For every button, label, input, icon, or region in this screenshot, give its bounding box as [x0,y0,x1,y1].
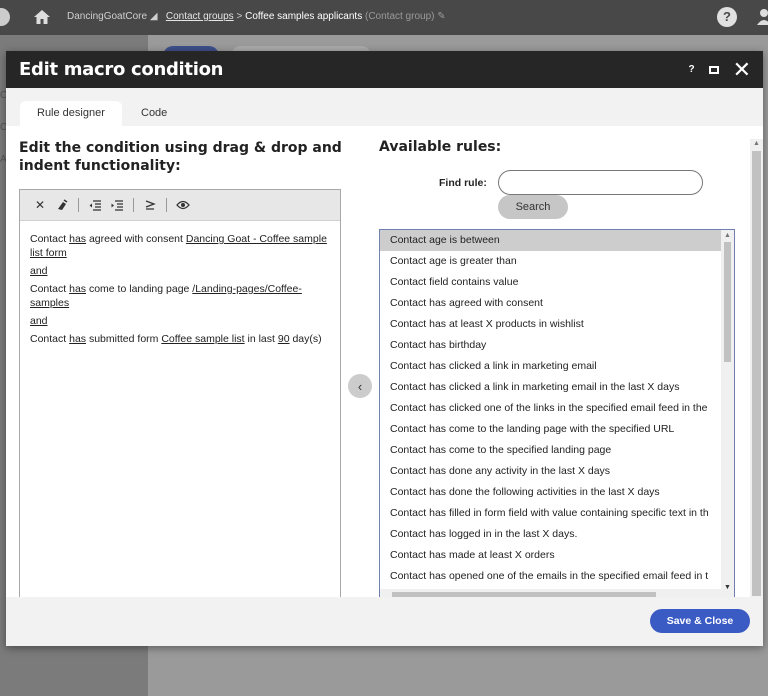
dialog-vertical-scrollbar[interactable]: ▲ ▼ [750,139,763,611]
rule-item[interactable]: Contact has come to the landing page wit… [380,419,722,440]
find-rule-input[interactable] [498,170,703,195]
days-link[interactable]: 90 [278,333,290,345]
edit-macro-dialog: Edit macro condition ? ✕ Rule designer C… [6,51,763,646]
tab-rule-designer[interactable]: Rule designer [20,101,122,126]
dialog-body: Edit the condition using drag & drop and… [6,126,763,599]
condition-editor: ✕ Contact has agreed with consent Dancin… [19,189,341,599]
clear-icon[interactable] [52,195,72,215]
rule-item[interactable]: Contact has opened one of the emails in … [380,566,722,587]
condition-clause[interactable]: Contact has submitted form Coffee sample… [30,332,330,346]
rules-list[interactable]: Contact age is between Contact age is gre… [379,229,735,598]
outdent-icon[interactable] [85,195,105,215]
app-logo-icon[interactable] [0,8,10,26]
rule-item[interactable]: Contact has clicked one of the links in … [380,398,722,419]
dialog-help-button[interactable]: ? [688,64,694,75]
home-icon[interactable] [33,8,51,26]
app-header: DancingGoatCore ◢ Contact groups > Coffe… [0,0,768,35]
condition-text: Contact has agreed with consent Dancing … [20,221,340,346]
scrollbar-thumb[interactable] [724,242,731,362]
dialog-footer: Save & Close [6,597,763,646]
save-and-close-button[interactable]: Save & Close [650,609,750,633]
condition-clause[interactable]: Contact has agreed with consent Dancing … [30,232,330,260]
tab-bar: Rule designer Code [6,88,763,126]
delete-icon[interactable]: ✕ [30,195,50,215]
rule-item[interactable]: Contact has made at least X orders [380,545,722,566]
rule-item[interactable]: Contact has at least X products in wishl… [380,314,722,335]
rule-item[interactable]: Contact has agreed with consent [380,293,722,314]
toolbar-divider [166,198,167,212]
breadcrumb: DancingGoatCore ◢ Contact groups > Coffe… [67,11,446,22]
logical-operator-link[interactable]: and [30,265,48,277]
rule-item[interactable]: Contact field contains value [380,272,722,293]
logical-operator-link[interactable]: and [30,315,48,327]
negate-icon[interactable] [140,195,160,215]
toolbar-divider [133,198,134,212]
rule-item[interactable]: Contact has birthday [380,335,722,356]
help-icon[interactable]: ? [717,7,737,27]
rule-item[interactable]: Contact has clicked a link in marketing … [380,356,722,377]
find-rule-label: Find rule: [439,177,487,189]
rule-item[interactable]: Contact age is greater than [380,251,722,272]
user-icon[interactable] [757,8,768,26]
rule-item[interactable]: Contact has logged in in the last X days… [380,524,722,545]
condition-clause[interactable]: Contact has come to landing page /Landin… [30,282,330,310]
pin-icon[interactable]: ✎ [437,11,445,22]
editor-heading: Edit the condition using drag & drop and… [19,140,342,174]
scroll-up-icon[interactable]: ▲ [724,232,731,239]
rules-vertical-scrollbar[interactable]: ▲ ▼ [721,230,734,598]
operator-link[interactable]: has [69,333,86,345]
rule-item[interactable]: Contact has done any activity in the las… [380,461,722,482]
available-rules-heading: Available rules: [379,139,502,155]
value-link[interactable]: Coffee sample list [161,333,244,345]
scroll-up-icon[interactable]: ▲ [753,140,760,147]
breadcrumb-current: Coffee samples applicants [245,11,363,22]
scroll-down-icon[interactable]: ▼ [724,584,731,591]
add-rule-button[interactable]: ‹ [348,374,372,398]
indent-icon[interactable] [107,195,127,215]
eye-icon[interactable] [173,195,193,215]
breadcrumb-separator: > [236,11,243,22]
chevron-down-icon[interactable]: ◢ [150,11,163,22]
rule-item[interactable]: Contact has done the following activitie… [380,482,722,503]
maximize-icon[interactable] [708,65,719,74]
close-button[interactable]: ✕ [733,58,751,80]
operator-link[interactable]: has [69,283,86,295]
operator-link[interactable]: has [69,233,86,245]
breadcrumb-contact-groups[interactable]: Contact groups [166,11,234,22]
breadcrumb-type: (Contact group) [364,11,435,22]
dialog-title: Edit macro condition [19,59,224,80]
rule-item[interactable]: Contact has filled in form field with va… [380,503,722,524]
scrollbar-thumb[interactable] [752,151,761,596]
search-button[interactable]: Search [498,195,568,219]
rule-item[interactable]: Contact age is between [380,230,722,251]
rule-item[interactable]: Contact has clicked a link in marketing … [380,377,722,398]
dialog-header: Edit macro condition ? ✕ [6,51,763,88]
editor-toolbar: ✕ [20,190,340,221]
site-selector[interactable]: DancingGoatCore [67,11,147,22]
rule-item[interactable]: Contact has come to the specified landin… [380,440,722,461]
tab-code[interactable]: Code [124,101,184,126]
toolbar-divider [78,198,79,212]
